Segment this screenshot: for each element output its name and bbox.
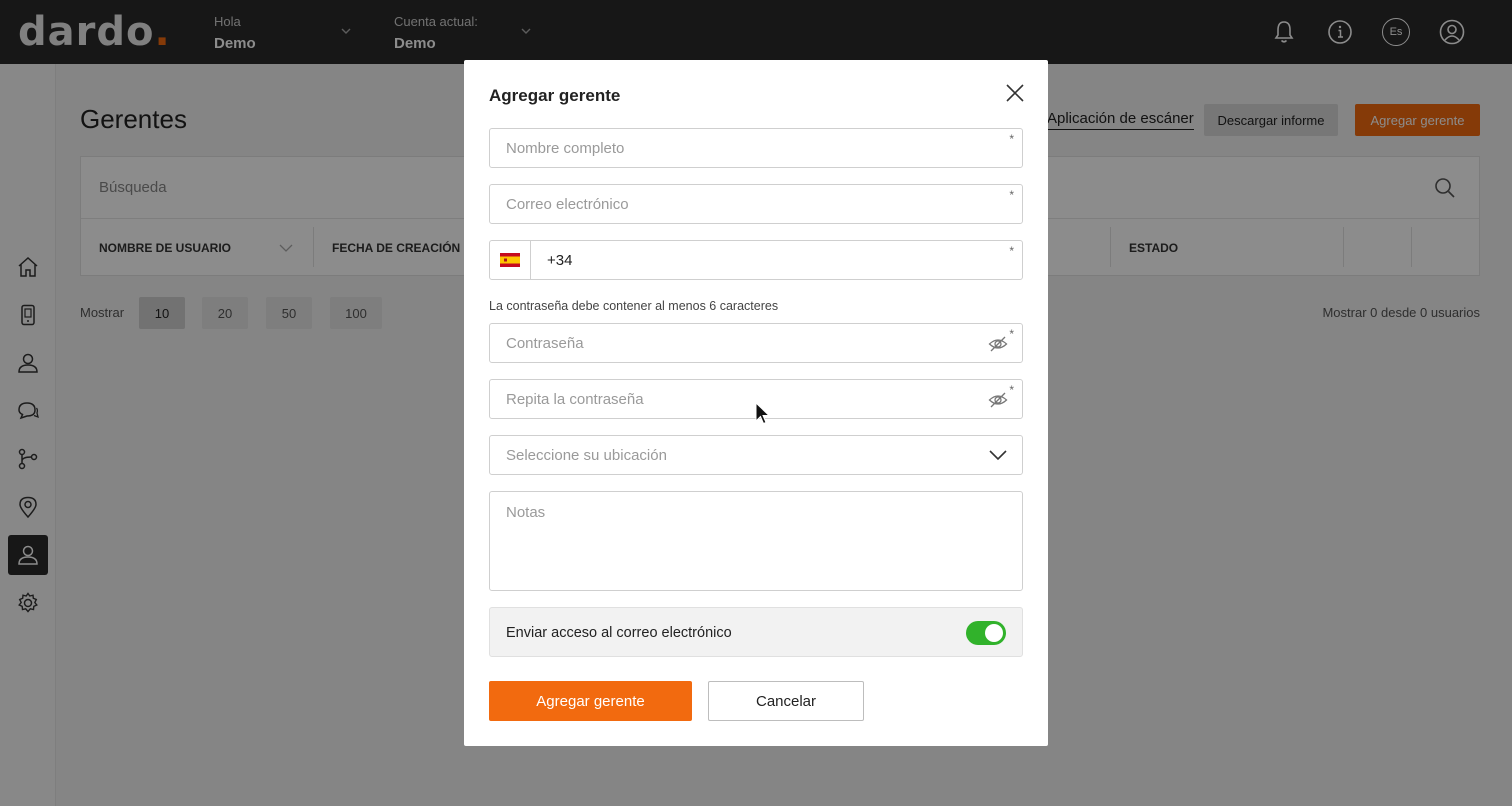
country-code-selector[interactable] xyxy=(490,241,531,279)
close-icon[interactable] xyxy=(1004,82,1026,104)
dialog-title: Agregar gerente xyxy=(489,86,621,105)
full-name-placeholder: Nombre completo xyxy=(506,140,625,157)
email-placeholder: Correo electrónico xyxy=(506,196,629,213)
mouse-cursor-icon xyxy=(755,402,771,425)
send-access-row: Enviar acceso al correo electrónico xyxy=(489,607,1023,657)
repeat-password-placeholder: Repita la contraseña xyxy=(506,391,644,408)
password-placeholder: Contraseña xyxy=(506,335,584,352)
notes-placeholder: Notas xyxy=(506,504,546,521)
submit-add-manager-button[interactable]: Agregar gerente xyxy=(489,681,692,721)
password-field[interactable]: Contraseña * xyxy=(489,323,1023,363)
phone-field[interactable]: +34 * xyxy=(489,240,1023,280)
email-field[interactable]: Correo electrónico * xyxy=(489,184,1023,224)
location-placeholder: Seleccione su ubicación xyxy=(506,447,667,464)
cancel-button[interactable]: Cancelar xyxy=(708,681,864,721)
send-access-toggle[interactable] xyxy=(966,621,1006,645)
eye-off-icon[interactable] xyxy=(988,334,1008,354)
required-mark: * xyxy=(1009,383,1014,397)
chevron-down-icon xyxy=(989,450,1007,461)
spain-flag-icon xyxy=(500,253,520,267)
send-access-label: Enviar acceso al correo electrónico xyxy=(506,625,732,641)
notes-textarea[interactable]: Notas xyxy=(489,491,1023,591)
eye-off-icon[interactable] xyxy=(988,390,1008,410)
required-mark: * xyxy=(1009,244,1014,258)
required-mark: * xyxy=(1009,188,1014,202)
location-select[interactable]: Seleccione su ubicación xyxy=(489,435,1023,475)
required-mark: * xyxy=(1009,327,1014,341)
full-name-field[interactable]: Nombre completo * xyxy=(489,128,1023,168)
password-hint: La contraseña debe contener al menos 6 c… xyxy=(489,299,779,313)
toggle-knob xyxy=(985,624,1003,642)
phone-value: +34 xyxy=(547,252,573,269)
required-mark: * xyxy=(1009,132,1014,146)
